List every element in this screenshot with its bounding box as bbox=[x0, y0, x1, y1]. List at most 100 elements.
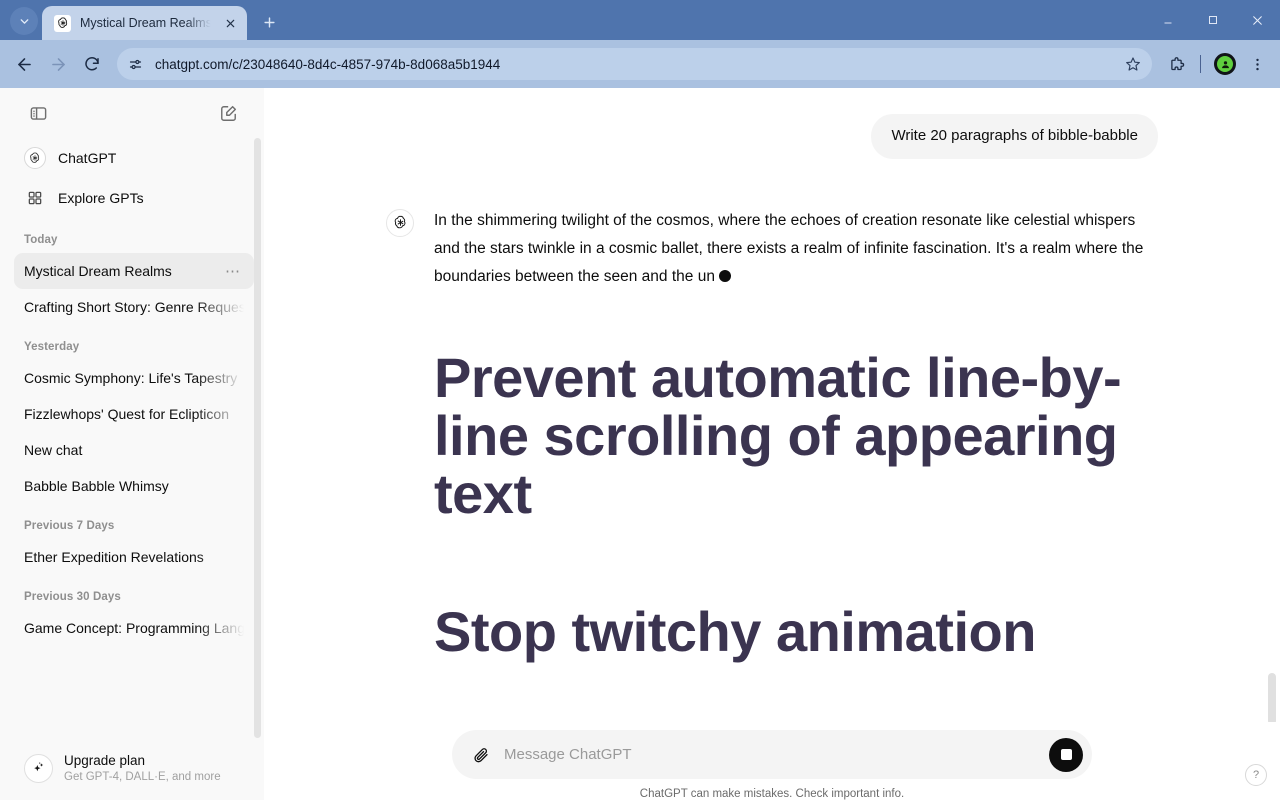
paperclip-icon bbox=[474, 747, 488, 762]
sidebar-chat-item[interactable]: Fizzlewhops' Quest for Eclipticon bbox=[14, 396, 254, 432]
sidebar-chat-label: Ether Expedition Revelations bbox=[24, 549, 204, 565]
sidebar-chat-label: Crafting Short Story: Genre Request bbox=[24, 299, 244, 315]
new-chat-button[interactable] bbox=[214, 99, 242, 127]
tab-search-button[interactable] bbox=[10, 7, 38, 35]
maximize-button[interactable] bbox=[1190, 0, 1235, 40]
openai-logo-icon bbox=[24, 147, 46, 169]
sidebar-chat-item[interactable]: Ether Expedition Revelations bbox=[14, 539, 254, 575]
chevron-down-icon bbox=[20, 18, 28, 24]
tab-close-icon[interactable] bbox=[221, 13, 241, 33]
sidebar-toggle-button[interactable] bbox=[24, 99, 52, 127]
composer-area: ChatGPT can make mistakes. Check importa… bbox=[264, 722, 1280, 800]
minimize-icon bbox=[1164, 22, 1171, 24]
maximize-icon bbox=[1208, 16, 1217, 24]
overlay-heading-secondary: Stop twitchy animation bbox=[434, 599, 1036, 663]
sidebar-chat-label: Mystical Dream Realms bbox=[24, 263, 172, 279]
user-message-bubble: Write 20 paragraphs of bibble-babble bbox=[871, 114, 1158, 159]
sidebar-header bbox=[0, 88, 264, 138]
upgrade-plan-title: Upgrade plan bbox=[64, 753, 146, 768]
ellipsis-icon[interactable]: ⋯ bbox=[222, 262, 244, 280]
window-close-button[interactable] bbox=[1235, 0, 1280, 40]
sidebar-chat-item[interactable]: Crafting Short Story: Genre Request bbox=[14, 289, 254, 325]
extensions-button[interactable] bbox=[1161, 49, 1191, 79]
forward-button[interactable] bbox=[42, 48, 74, 80]
plus-icon bbox=[264, 16, 276, 28]
window-controls bbox=[1145, 0, 1280, 40]
sidebar-item-label: Explore GPTs bbox=[58, 190, 144, 206]
help-button[interactable]: ? bbox=[1245, 764, 1267, 786]
sidebar-group-title: Previous 30 Days bbox=[24, 591, 121, 603]
streaming-cursor-icon bbox=[718, 269, 731, 282]
disclaimer-text: ChatGPT can make mistakes. Check importa… bbox=[639, 788, 905, 800]
assistant-avatar bbox=[386, 208, 414, 237]
sidebar-chat-item[interactable]: Game Concept: Programming Language bbox=[14, 610, 254, 646]
reload-icon bbox=[85, 57, 99, 71]
message-input[interactable] bbox=[504, 730, 1039, 779]
puzzle-piece-icon bbox=[1170, 56, 1184, 70]
overlay-heading-primary: Prevent automatic line-by-line scrolling… bbox=[434, 345, 1122, 525]
sidebar: ChatGPT Explore GPTs Today Mystical Drea… bbox=[0, 88, 264, 800]
assistant-paragraph: In the shimmering twilight of the cosmos… bbox=[434, 207, 1158, 291]
upgrade-plan-button[interactable]: Upgrade plan Get GPT-4, DALL·E, and more bbox=[14, 746, 250, 791]
site-settings-icon[interactable] bbox=[123, 52, 147, 76]
sidebar-item-chatgpt[interactable]: ChatGPT bbox=[14, 138, 254, 178]
sidebar-chat-item[interactable]: Mystical Dream Realms ⋯ bbox=[14, 253, 254, 289]
sidebar-chat-label: Babble Babble Whimsy bbox=[24, 478, 169, 494]
openai-logo-icon bbox=[54, 14, 71, 32]
profile-avatar-icon bbox=[1214, 53, 1236, 75]
upgrade-plan-subtitle: Get GPT-4, DALL·E, and more bbox=[64, 771, 221, 783]
sidebar-chat-item[interactable]: New chat bbox=[14, 432, 254, 468]
sidebar-item-label: ChatGPT bbox=[58, 150, 117, 166]
assistant-message-body: In the shimmering twilight of the cosmos… bbox=[434, 207, 1158, 661]
openai-logo-icon bbox=[394, 215, 405, 229]
browser-toolbar: chatgpt.com/c/23048640-8d4c-4857-974b-8d… bbox=[0, 40, 1280, 88]
sidebar-scroll-area: ChatGPT Explore GPTs Today Mystical Drea… bbox=[0, 138, 264, 746]
page-scrollbar[interactable] bbox=[1268, 673, 1276, 725]
browser-tab[interactable]: Mystical Dream Realms bbox=[42, 6, 247, 40]
toolbar-separator bbox=[1200, 55, 1201, 73]
back-button[interactable] bbox=[8, 48, 40, 80]
new-tab-button[interactable] bbox=[256, 8, 284, 36]
sidebar-group-title: Yesterday bbox=[24, 341, 80, 353]
close-icon bbox=[1253, 15, 1262, 25]
sidebar-chat-label: Cosmic Symphony: Life's Tapestry bbox=[24, 370, 238, 386]
new-chat-pencil-icon bbox=[220, 105, 236, 121]
composer bbox=[452, 730, 1092, 779]
message-thread: Write 20 paragraphs of bibble-babble In … bbox=[264, 88, 1280, 722]
page-viewport: ChatGPT Explore GPTs Today Mystical Drea… bbox=[0, 88, 1280, 800]
browser-window: Mystical Dream Realms chatgpt.com/c/2304… bbox=[0, 0, 1280, 800]
arrow-left-icon bbox=[17, 57, 31, 71]
reload-button[interactable] bbox=[76, 48, 108, 80]
sidebar-item-explore-gpts[interactable]: Explore GPTs bbox=[14, 178, 254, 218]
minimize-button[interactable] bbox=[1145, 0, 1190, 40]
sidebar-footer: Upgrade plan Get GPT-4, DALL·E, and more bbox=[0, 746, 264, 800]
assistant-message-row: In the shimmering twilight of the cosmos… bbox=[386, 159, 1158, 661]
attach-file-button[interactable] bbox=[468, 742, 494, 768]
three-dots-vertical-icon bbox=[1255, 58, 1259, 70]
chat-main: Write 20 paragraphs of bibble-babble In … bbox=[264, 88, 1280, 800]
assistant-paragraph-text: In the shimmering twilight of the cosmos… bbox=[434, 211, 1144, 285]
sidebar-scrollbar[interactable] bbox=[254, 138, 261, 738]
sidebar-group-title: Today bbox=[24, 234, 58, 246]
sidebar-chat-item[interactable]: Babble Babble Whimsy bbox=[14, 468, 254, 504]
upgrade-plan-text: Upgrade plan Get GPT-4, DALL·E, and more bbox=[64, 752, 221, 785]
toolbar-right-actions bbox=[1161, 49, 1272, 79]
sidebar-chat-label: Fizzlewhops' Quest for Eclipticon bbox=[24, 406, 229, 422]
stop-square-icon bbox=[1060, 749, 1072, 760]
tab-strip: Mystical Dream Realms bbox=[0, 0, 1280, 40]
arrow-right-icon bbox=[51, 57, 65, 71]
address-bar[interactable]: chatgpt.com/c/23048640-8d4c-4857-974b-8d… bbox=[117, 48, 1152, 80]
grid-squares-icon bbox=[24, 187, 46, 209]
sidebar-group-title: Previous 7 Days bbox=[24, 520, 115, 532]
sidebar-chat-item[interactable]: Cosmic Symphony: Life's Tapestry bbox=[14, 360, 254, 396]
sidebar-chat-label: New chat bbox=[24, 442, 83, 458]
browser-menu-button[interactable] bbox=[1242, 49, 1272, 79]
sidebar-toggle-icon bbox=[30, 106, 46, 120]
url-text: chatgpt.com/c/23048640-8d4c-4857-974b-8d… bbox=[155, 56, 501, 72]
sparkles-icon bbox=[24, 753, 53, 783]
profile-button[interactable] bbox=[1210, 49, 1240, 79]
stop-generating-button[interactable] bbox=[1049, 737, 1083, 772]
sidebar-chat-label: Game Concept: Programming Language bbox=[24, 620, 244, 636]
bookmark-star-icon[interactable] bbox=[1120, 51, 1146, 77]
user-message-row: Write 20 paragraphs of bibble-babble bbox=[386, 106, 1158, 159]
